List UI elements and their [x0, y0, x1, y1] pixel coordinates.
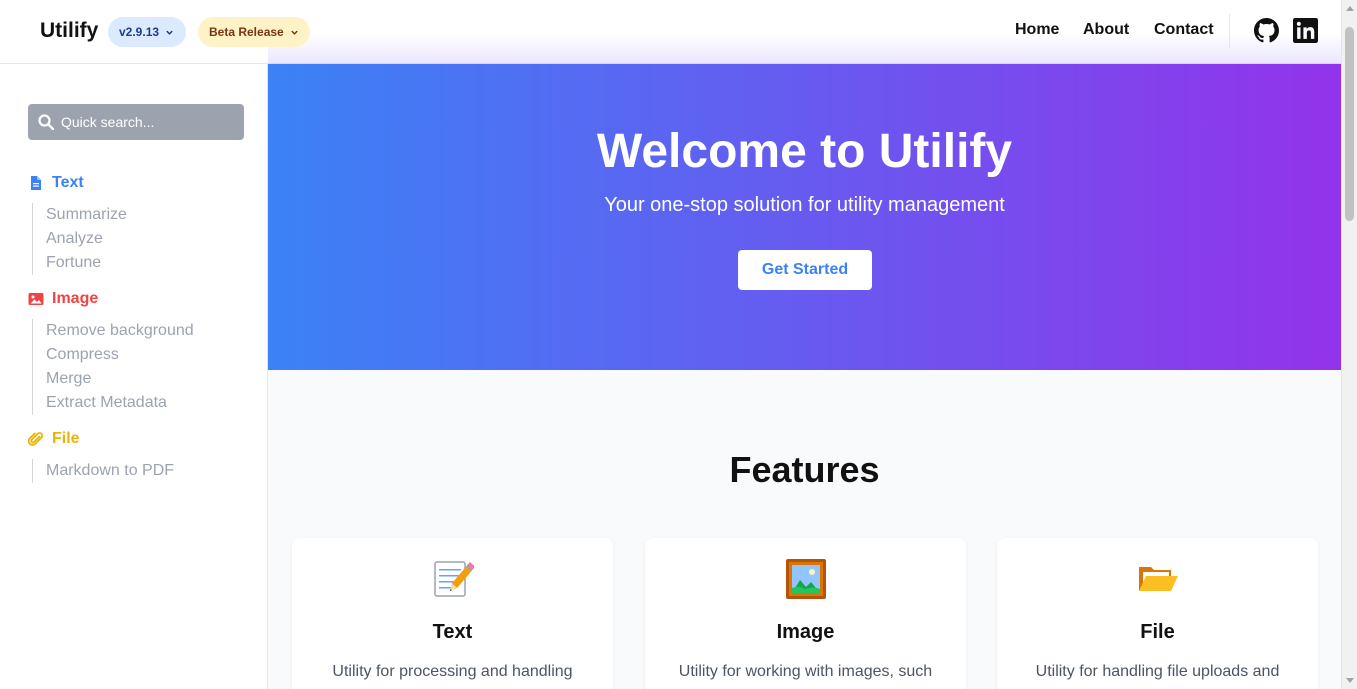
sidebar: Text Summarize Analyze Fortune Image Rem… [0, 64, 268, 689]
sidebar-item-remove-background[interactable]: Remove background [33, 319, 194, 343]
text-submenu: Summarize Analyze Fortune [32, 203, 127, 275]
sidebar-item-summarize[interactable]: Summarize [33, 203, 127, 227]
scroll-down-arrow-icon[interactable] [1346, 678, 1354, 683]
scroll-up-arrow-icon[interactable] [1346, 6, 1354, 11]
document-icon [31, 176, 41, 190]
sidebar-item-compress[interactable]: Compress [33, 343, 194, 367]
scroll-thumb[interactable] [1345, 27, 1354, 221]
version-label: v2.9.13 [119, 25, 160, 39]
feature-card-title: Image [776, 621, 835, 643]
feature-card-image[interactable]: Image Utility for working with images, s… [645, 538, 966, 689]
sidebar-item-markdown-to-pdf[interactable]: Markdown to PDF [33, 459, 174, 483]
get-started-button[interactable]: Get Started [738, 250, 872, 290]
feature-card-desc: Utility for working with images, such [678, 663, 933, 680]
chevron-down-icon [291, 30, 298, 35]
sidebar-section-label: Text [52, 174, 84, 191]
features-title: Features [729, 449, 880, 490]
github-icon[interactable] [1254, 18, 1279, 43]
nav-divider [1229, 14, 1230, 48]
hero-subtitle: Your one-stop solution for utility manag… [604, 194, 1005, 216]
release-label: Beta Release [209, 25, 284, 39]
feature-card-title: Text [432, 621, 473, 643]
feature-card-desc: Utility for handling file uploads and [1035, 663, 1280, 680]
sidebar-section-label: Image [52, 290, 99, 307]
feature-card-title: File [1140, 621, 1175, 643]
feature-card-text[interactable]: Text Utility for processing and handling [292, 538, 613, 689]
sidebar-item-fortune[interactable]: Fortune [33, 251, 127, 275]
quick-search[interactable] [28, 104, 244, 140]
nav-home[interactable]: Home [1015, 21, 1059, 39]
release-dropdown[interactable]: Beta Release [198, 17, 310, 47]
open-folder-icon [997, 558, 1318, 604]
page-scrollbar[interactable] [1341, 0, 1357, 689]
feature-card-desc: Utility for processing and handling [332, 663, 573, 680]
nav-contact[interactable]: Contact [1154, 21, 1214, 39]
file-submenu: Markdown to PDF [32, 459, 174, 483]
hero-banner: Welcome to Utilify Your one-stop solutio… [268, 64, 1341, 370]
framed-picture-icon [645, 558, 966, 604]
feature-card-file[interactable]: File Utility for handling file uploads a… [997, 538, 1318, 689]
sidebar-section-image[interactable]: Image [28, 290, 98, 308]
nav-about[interactable]: About [1083, 21, 1129, 39]
sidebar-item-extract-metadata[interactable]: Extract Metadata [33, 391, 194, 415]
sidebar-section-text[interactable]: Text [28, 174, 84, 192]
chevron-down-icon [166, 30, 173, 35]
sidebar-section-label: File [52, 430, 80, 447]
image-icon [28, 293, 44, 305]
memo-icon [292, 558, 613, 604]
image-submenu: Remove background Compress Merge Extract… [32, 319, 194, 415]
top-header: Utilify v2.9.13 Beta Release Home About … [0, 0, 1341, 64]
search-input[interactable] [61, 114, 241, 130]
search-icon [38, 114, 54, 130]
version-dropdown[interactable]: v2.9.13 [108, 17, 186, 47]
linkedin-icon[interactable] [1293, 18, 1318, 43]
sidebar-section-file[interactable]: File [28, 430, 80, 448]
paperclip-icon [28, 432, 44, 446]
app-logo[interactable]: Utilify [40, 19, 98, 43]
features-section: Features Text Utility for processing and… [268, 370, 1341, 689]
hero-title: Welcome to Utilify [596, 125, 1013, 178]
sidebar-item-merge[interactable]: Merge [33, 367, 194, 391]
sidebar-item-analyze[interactable]: Analyze [33, 227, 127, 251]
